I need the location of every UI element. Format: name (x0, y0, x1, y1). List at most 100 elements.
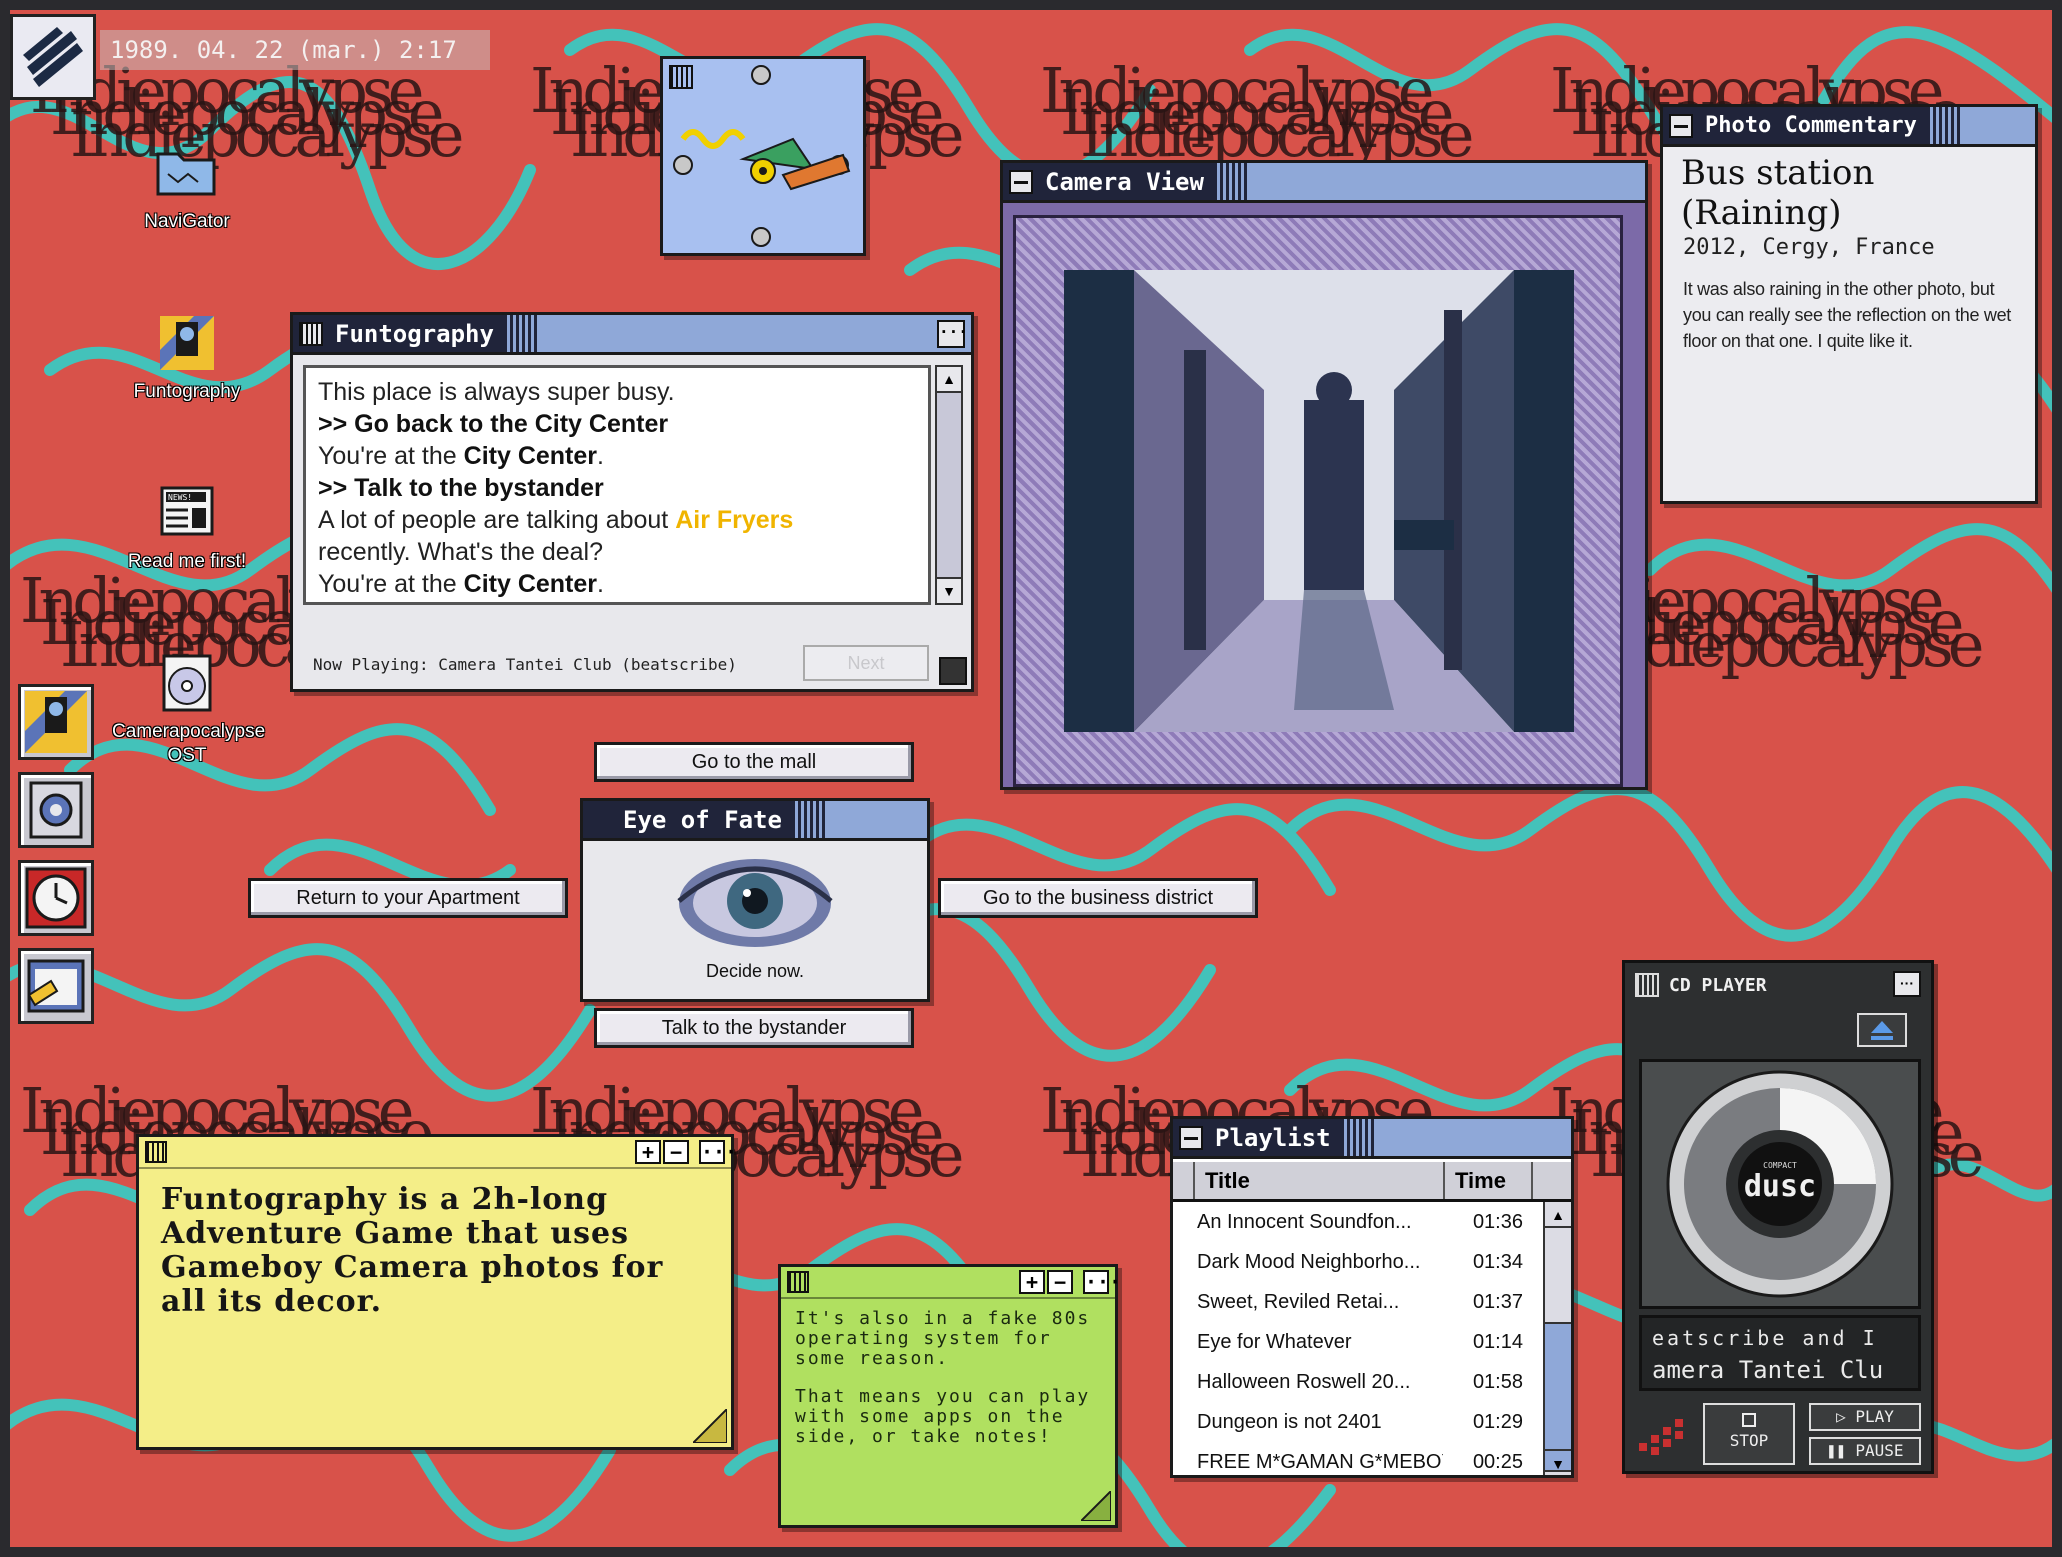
window-minimize-button[interactable] (1009, 169, 1033, 194)
window-close-button[interactable] (299, 321, 323, 346)
desktop-icon-ost[interactable]: Camerapocalypse OST (112, 650, 265, 768)
window-minimize-button[interactable] (1179, 1125, 1203, 1150)
playlist-row[interactable]: Dungeon is not 2401 01:29 (1173, 1402, 1571, 1442)
note-titlebar[interactable]: + − ··· (781, 1267, 1121, 1299)
choice-go-to-mall-button[interactable]: Go to the mall (594, 742, 914, 782)
photo-subtitle: 2012, Cergy, France (1683, 235, 1935, 260)
column-time[interactable]: Time (1445, 1162, 1533, 1199)
dock-clock[interactable] (18, 860, 94, 936)
dock-funtography[interactable] (18, 684, 94, 760)
wind-up-key-icon (673, 65, 851, 247)
now-playing-text: Now Playing: Camera Tantei Club (beatscr… (313, 655, 737, 674)
window-title: CD PLAYER (1669, 975, 1767, 996)
camera-app-icon (154, 310, 220, 376)
newspaper-icon: NEWS! (154, 480, 220, 546)
next-button[interactable]: Next (803, 645, 929, 681)
note-remove-button[interactable]: − (1047, 1270, 1073, 1294)
playlist-window[interactable]: Playlist Title Time An Innocent Soundfon… (1170, 1116, 1574, 1478)
window-title: Playlist (1215, 1123, 1331, 1152)
note-remove-button[interactable]: − (663, 1140, 689, 1164)
dialogue-choice: >> Talk to the bystander (318, 474, 604, 502)
photo-commentary-window[interactable]: Photo Commentary Bus station (Raining) 2… (1660, 104, 2038, 504)
eject-icon (1871, 1021, 1893, 1040)
playlist-scrollbar[interactable]: ▲ ▼ (1543, 1202, 1571, 1475)
note-titlebar[interactable]: + − ··· (139, 1137, 737, 1169)
choice-return-apartment-button[interactable]: Return to your Apartment (248, 878, 568, 918)
window-control[interactable] (669, 65, 693, 89)
sticky-note-green[interactable]: + − ··· It's also in a fake 80s operatin… (778, 1264, 1121, 1528)
window-title: Funtography (335, 319, 494, 348)
pause-button[interactable]: ❚❚ PAUSE (1809, 1437, 1921, 1465)
dock-notes[interactable] (18, 948, 94, 1024)
svg-text:dusc: dusc (1744, 1169, 1816, 1204)
resize-handle[interactable] (939, 657, 967, 685)
eject-button[interactable] (1857, 1013, 1907, 1047)
eye-icon (677, 859, 833, 947)
photo-frame (1013, 215, 1623, 787)
window-minimize-button[interactable] (1669, 113, 1693, 138)
playlist-row[interactable]: Halloween Roswell 20... 01:58 (1173, 1362, 1571, 1402)
photo-title: Bus station (Raining) (1681, 153, 1875, 233)
note-close-button[interactable] (787, 1271, 809, 1293)
scroll-up-arrow-icon[interactable]: ▲ (1545, 1202, 1571, 1228)
dialogue-line: A lot of people are talking about Air Fr… (318, 506, 794, 534)
window-title: Photo Commentary (1705, 113, 1917, 138)
playlist-row[interactable]: Dark Mood Neighborho... 01:34 (1173, 1242, 1571, 1282)
dock-speaker[interactable] (18, 772, 94, 848)
notes-icon (27, 959, 85, 1013)
note-menu-button[interactable]: ··· (1083, 1270, 1121, 1294)
dialogue-line: You're at the City Center. (318, 442, 604, 470)
table-header: Title Time (1173, 1162, 1571, 1202)
titlebar[interactable]: Funtography ··· (293, 315, 971, 355)
dialogue-line: recently. What's the deal? (318, 538, 604, 566)
playlist-row[interactable]: Eye for Whatever 01:14 (1173, 1322, 1571, 1362)
desktop-icon-navigator[interactable]: NaviGator (112, 140, 262, 234)
dialogue-log: This place is always super busy. >> Go b… (303, 365, 931, 605)
toy-window[interactable] (660, 56, 866, 256)
scrollbar[interactable]: ▲ ▼ (935, 365, 963, 605)
scroll-up-arrow-icon[interactable]: ▲ (937, 367, 961, 393)
playlist-row[interactable]: An Innocent Soundfon... 01:36 (1173, 1202, 1571, 1242)
camera-photo (1064, 270, 1574, 732)
choice-talk-bystander-button[interactable]: Talk to the bystander (594, 1008, 914, 1048)
note-add-button[interactable]: + (1019, 1270, 1045, 1294)
funtography-window[interactable]: Funtography ··· This place is always sup… (290, 312, 974, 692)
note-close-button[interactable] (145, 1141, 167, 1163)
eye-caption: Decide now. (705, 961, 805, 981)
stop-button[interactable]: STOP (1703, 1403, 1795, 1465)
desktop-icon-readme[interactable]: NEWS! Read me first! (112, 480, 262, 574)
note-add-button[interactable]: + (635, 1140, 661, 1164)
cd-player-window[interactable]: CD PLAYER ··· COMPACT dusc eatscribe and… (1622, 960, 1934, 1474)
eye-of-fate-window[interactable]: Eye of Fate Decide now. (580, 798, 930, 1002)
page-curl-icon (693, 1409, 727, 1443)
sticky-note-yellow[interactable]: + − ··· Funtography is a 2h-long Adventu… (136, 1134, 737, 1450)
note-text[interactable]: It's also in a fake 80s operating system… (781, 1299, 1115, 1457)
os-logo-icon[interactable] (10, 14, 96, 100)
brand-logo-icon (1639, 1419, 1683, 1455)
window-menu-button[interactable]: ··· (1893, 971, 1921, 997)
window-close-button[interactable] (1635, 973, 1659, 997)
note-text[interactable]: Funtography is a 2h-long Adventure Game … (139, 1169, 731, 1333)
camera-view-window[interactable]: Camera View (1000, 160, 1648, 790)
scroll-down-arrow-icon[interactable]: ▼ (1545, 1449, 1571, 1475)
dialogue-line: You're at the City Center. (318, 570, 604, 598)
playlist-row[interactable]: FREE M*GAMAN G*MEBOY... 00:25 (1173, 1442, 1571, 1482)
titlebar: Eye of Fate (583, 801, 927, 841)
stop-icon (1742, 1413, 1756, 1427)
play-button[interactable]: ▷ PLAY (1809, 1403, 1921, 1431)
desktop-icon-funtography[interactable]: Funtography (112, 310, 262, 404)
cd-track-display: eatscribe and I amera Tantei Clu (1639, 1315, 1921, 1391)
dialogue-line: This place is always super busy. (318, 378, 675, 406)
titlebar: Camera View (1003, 163, 1645, 203)
page-curl-icon (1081, 1491, 1111, 1521)
column-title[interactable]: Title (1195, 1162, 1445, 1199)
titlebar: Playlist (1173, 1119, 1571, 1159)
dialogue-choice: >> Go back to the City Center (318, 410, 669, 438)
compact-disc-icon: COMPACT dusc (1666, 1070, 1894, 1298)
scroll-down-arrow-icon[interactable]: ▼ (937, 577, 961, 603)
window-menu-button[interactable]: ··· (937, 320, 968, 348)
playlist-row[interactable]: Sweet, Reviled Retai... 01:37 (1173, 1282, 1571, 1322)
choice-business-district-button[interactable]: Go to the business district (938, 878, 1258, 918)
note-menu-button[interactable]: ··· (699, 1140, 737, 1164)
desktop: Indiepocalypse Indiepocalypse Indiepocalyp… (10, 10, 2052, 1547)
